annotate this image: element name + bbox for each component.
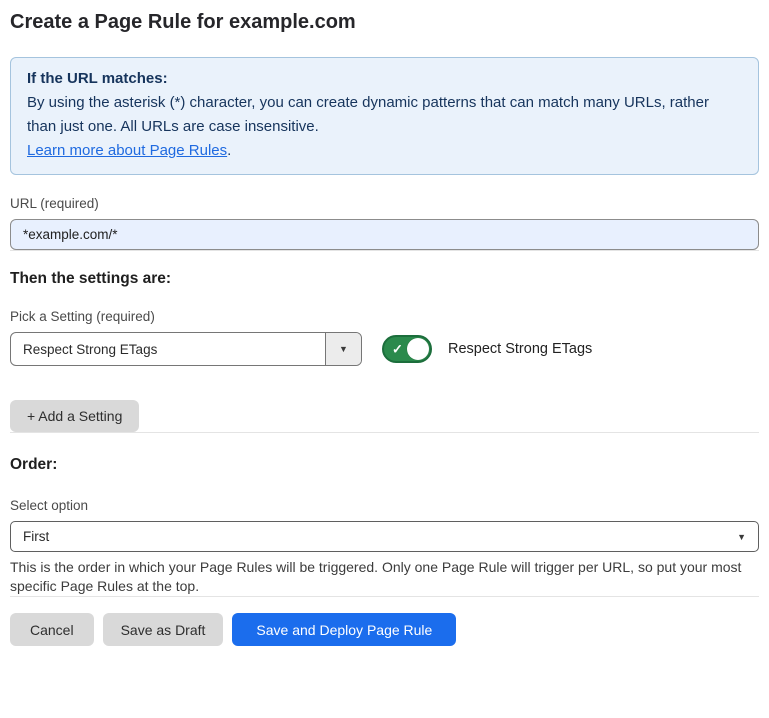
caret-down-icon: ▼ [339, 344, 348, 354]
order-help-text: This is the order in which your Page Rul… [10, 558, 759, 596]
setting-select-arrow-button[interactable]: ▼ [325, 333, 361, 365]
save-and-deploy-button[interactable]: Save and Deploy Page Rule [232, 613, 456, 646]
url-input[interactable] [10, 219, 759, 250]
order-select-value: First [23, 529, 737, 544]
footer-actions: Cancel Save as Draft Save and Deploy Pag… [10, 613, 759, 646]
divider [10, 432, 759, 433]
url-match-info-box: If the URL matches: By using the asteris… [10, 57, 759, 175]
check-icon: ✓ [392, 343, 403, 356]
order-select[interactable]: First ▼ [10, 521, 759, 552]
cancel-button[interactable]: Cancel [10, 613, 94, 646]
setting-row: Respect Strong ETags ▼ ✓ Respect Strong … [10, 332, 759, 366]
divider [10, 596, 759, 597]
setting-toggle-label: Respect Strong ETags [448, 341, 592, 357]
learn-more-link[interactable]: Learn more about Page Rules [27, 142, 227, 159]
link-suffix: . [227, 142, 231, 159]
info-box-heading: If the URL matches: [27, 67, 742, 91]
add-setting-button[interactable]: + Add a Setting [10, 400, 139, 432]
caret-down-icon: ▼ [737, 532, 746, 542]
page-title: Create a Page Rule for example.com [10, 11, 759, 34]
divider [10, 250, 759, 251]
order-select-label: Select option [10, 498, 759, 513]
setting-select[interactable]: Respect Strong ETags ▼ [10, 332, 362, 366]
save-as-draft-button[interactable]: Save as Draft [103, 613, 224, 646]
setting-select-value: Respect Strong ETags [11, 333, 325, 365]
settings-section-heading: Then the settings are: [10, 270, 759, 288]
info-box-link-row: Learn more about Page Rules. [27, 139, 742, 163]
pick-setting-label: Pick a Setting (required) [10, 309, 759, 324]
order-section-heading: Order: [10, 456, 759, 474]
page-rule-form: Create a Page Rule for example.com If th… [0, 0, 769, 718]
info-box-body: By using the asterisk (*) character, you… [27, 91, 742, 139]
toggle-knob [407, 338, 429, 360]
url-field-label: URL (required) [10, 196, 759, 211]
setting-toggle[interactable]: ✓ [382, 335, 432, 363]
